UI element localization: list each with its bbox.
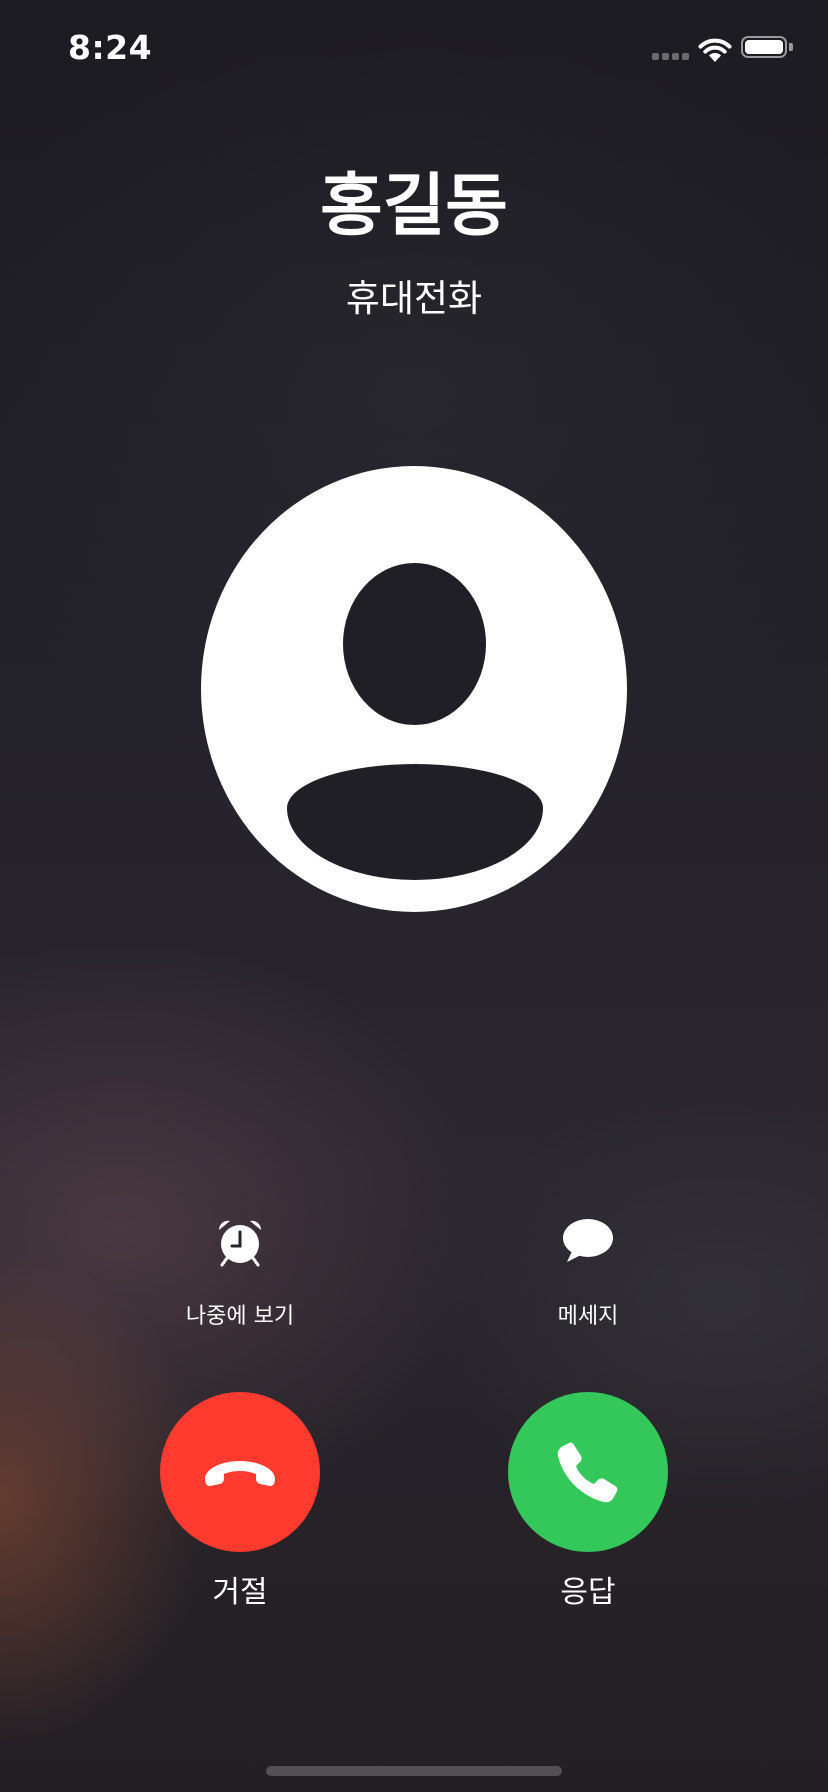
alarm-clock-icon — [218, 1220, 262, 1267]
phone-icon — [557, 1442, 618, 1503]
home-indicator[interactable] — [266, 1766, 562, 1776]
person-placeholder-icon — [201, 466, 627, 912]
cellular-no-signal-icon — [652, 53, 689, 60]
message-button[interactable]: 메세지 — [468, 1216, 708, 1330]
battery-full-icon — [741, 36, 787, 58]
accept-label: 응답 — [560, 1575, 616, 1610]
status-time: 8:24 — [68, 28, 153, 67]
caller-phone-label: 휴대전화 — [345, 277, 483, 320]
message-bubble-icon — [563, 1219, 613, 1262]
wifi-icon — [698, 38, 732, 62]
message-label: 메세지 — [557, 1304, 619, 1329]
avatar-body — [287, 764, 543, 880]
remind-me-button[interactable]: 나중에 보기 — [120, 1216, 360, 1330]
decline-button[interactable] — [160, 1392, 320, 1552]
incoming-call-screen: 8:24 홍길동 휴대전화 나중에 보기 메세지 거절 응답 — [0, 0, 828, 1792]
accept-button[interactable] — [508, 1392, 668, 1552]
phone-hangup-icon — [205, 1461, 275, 1486]
battery-cap — [789, 43, 793, 51]
caller-name: 홍길동 — [320, 167, 508, 246]
remind-me-label: 나중에 보기 — [185, 1304, 295, 1329]
avatar-head — [343, 563, 486, 725]
battery-level-fill — [745, 40, 783, 54]
decline-label: 거절 — [212, 1575, 268, 1610]
